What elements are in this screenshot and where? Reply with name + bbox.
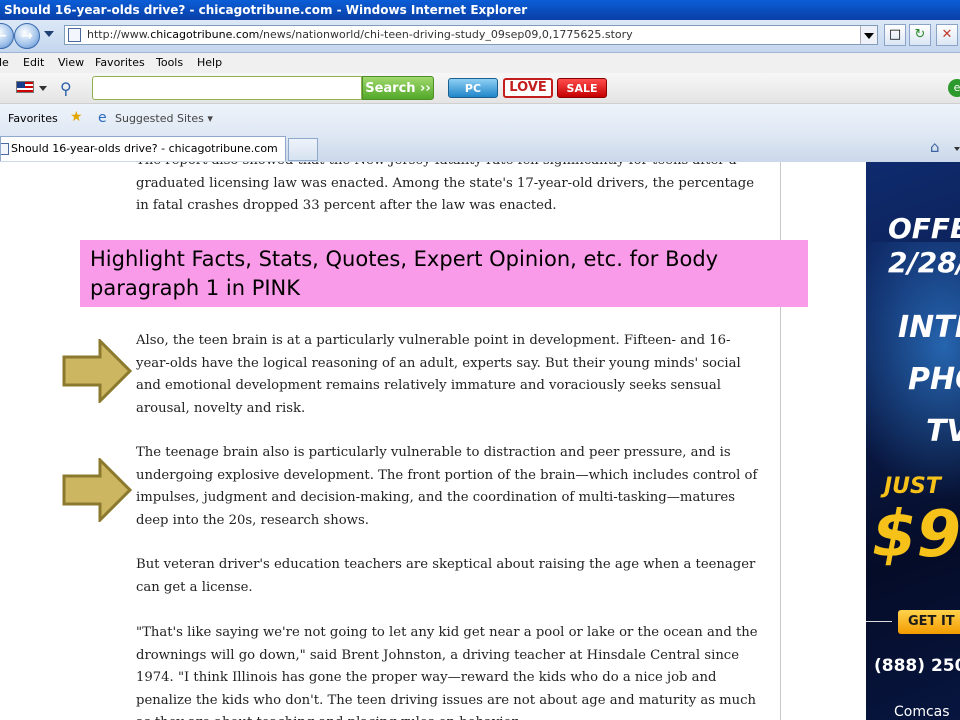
advertisement[interactable]: OFFER E 2/28/2 INTER PHON TV JUST $94 GE… — [866, 162, 960, 720]
window-title: Should 16-year-olds drive? - chicagotrib… — [4, 3, 528, 17]
back-button[interactable]: ← — [0, 23, 14, 49]
menu-view[interactable]: View — [58, 56, 84, 69]
navigation-bar: ← → http://www.chicagotribune.com/news/n… — [0, 20, 960, 53]
compatibility-view-icon[interactable]: □ — [884, 24, 906, 46]
us-flag-icon[interactable] — [16, 81, 34, 93]
ad-brand: Comcas — [894, 704, 950, 720]
menu-file[interactable]: le — [0, 56, 9, 69]
pc-speed-badge[interactable]: PC — [448, 78, 498, 98]
page-icon — [68, 28, 81, 42]
page-content: The report also showed that the New Jers… — [0, 162, 960, 720]
search-icon[interactable]: ⚲ — [60, 79, 72, 98]
search-button[interactable]: Search ›› — [362, 76, 434, 100]
article-paragraph: "That's like saying we're not going to l… — [136, 625, 758, 720]
menu-bar: le Edit View Favorites Tools Help — [0, 53, 960, 73]
menu-help[interactable]: Help — [197, 56, 222, 69]
ad-phone-number: (888) 250 — [874, 656, 960, 676]
article-paragraph: Also, the teen brain is at a particularl… — [136, 333, 741, 416]
ie-icon: e — [98, 110, 107, 126]
tab-bar: Should 16-year-olds drive? - chicagotrib… — [0, 134, 960, 163]
ad-date-text: 2/28/2 — [888, 246, 960, 279]
ad-get-it-button[interactable]: GET IT N — [898, 610, 960, 634]
tab-active[interactable]: Should 16-year-olds drive? - chicagotrib… — [0, 136, 286, 161]
ad-just-text: JUST — [884, 474, 941, 499]
article-paragraph: The teenage brain also is particularly v… — [136, 445, 758, 528]
address-bar[interactable]: http://www.chicagotribune.com/news/natio… — [64, 25, 878, 45]
ad-tv-text: TV — [926, 414, 960, 449]
favorites-button[interactable]: Favorites — [8, 112, 58, 125]
history-dropdown-icon[interactable] — [44, 31, 54, 37]
right-arrow-icon — [62, 458, 132, 522]
ad-offer-text: OFFER E — [888, 212, 960, 245]
search-input[interactable] — [92, 76, 362, 100]
love-badge[interactable]: LOVE — [503, 78, 553, 98]
flag-dropdown-icon[interactable] — [39, 86, 47, 91]
home-dropdown-icon[interactable] — [954, 147, 960, 151]
home-icon[interactable]: ⌂ — [930, 138, 940, 156]
new-tab-button[interactable] — [288, 138, 318, 161]
stop-icon[interactable]: ✕ — [936, 24, 958, 46]
add-favorite-star-icon[interactable]: ★ — [70, 109, 83, 125]
menu-edit[interactable]: Edit — [23, 56, 44, 69]
forward-button[interactable]: → — [14, 23, 40, 49]
ad-internet-text: INTER — [898, 310, 960, 345]
address-url[interactable]: http://www.chicagotribune.com/news/natio… — [87, 26, 633, 44]
favorites-bar: Favorites ★ e Suggested Sites ▾ — [0, 104, 960, 134]
highlight-instruction-box: Highlight Facts, Stats, Quotes, Expert O… — [80, 240, 808, 307]
menu-favorites[interactable]: Favorites — [95, 56, 145, 69]
ad-divider — [866, 621, 892, 622]
article-paragraph: But veteran driver's education teachers … — [136, 557, 756, 595]
menu-tools[interactable]: Tools — [156, 56, 183, 69]
ad-phone-text: PHON — [908, 362, 960, 397]
refresh-icon[interactable]: ↻ — [909, 24, 931, 46]
article-paragraph: The report also showed that the New Jers… — [136, 162, 755, 213]
window-title-bar: Should 16-year-olds drive? - chicagotrib… — [0, 0, 960, 20]
addon-icon[interactable]: e — [948, 79, 960, 97]
right-arrow-icon — [62, 339, 132, 403]
sale-badge[interactable]: SALE — [557, 78, 607, 98]
search-toolbar: ⚲ Search ›› PC LOVE SALE e — [0, 73, 960, 104]
suggested-sites-link[interactable]: Suggested Sites ▾ — [115, 112, 213, 125]
ad-price: $94 — [872, 498, 960, 572]
address-dropdown-button[interactable] — [860, 26, 877, 44]
